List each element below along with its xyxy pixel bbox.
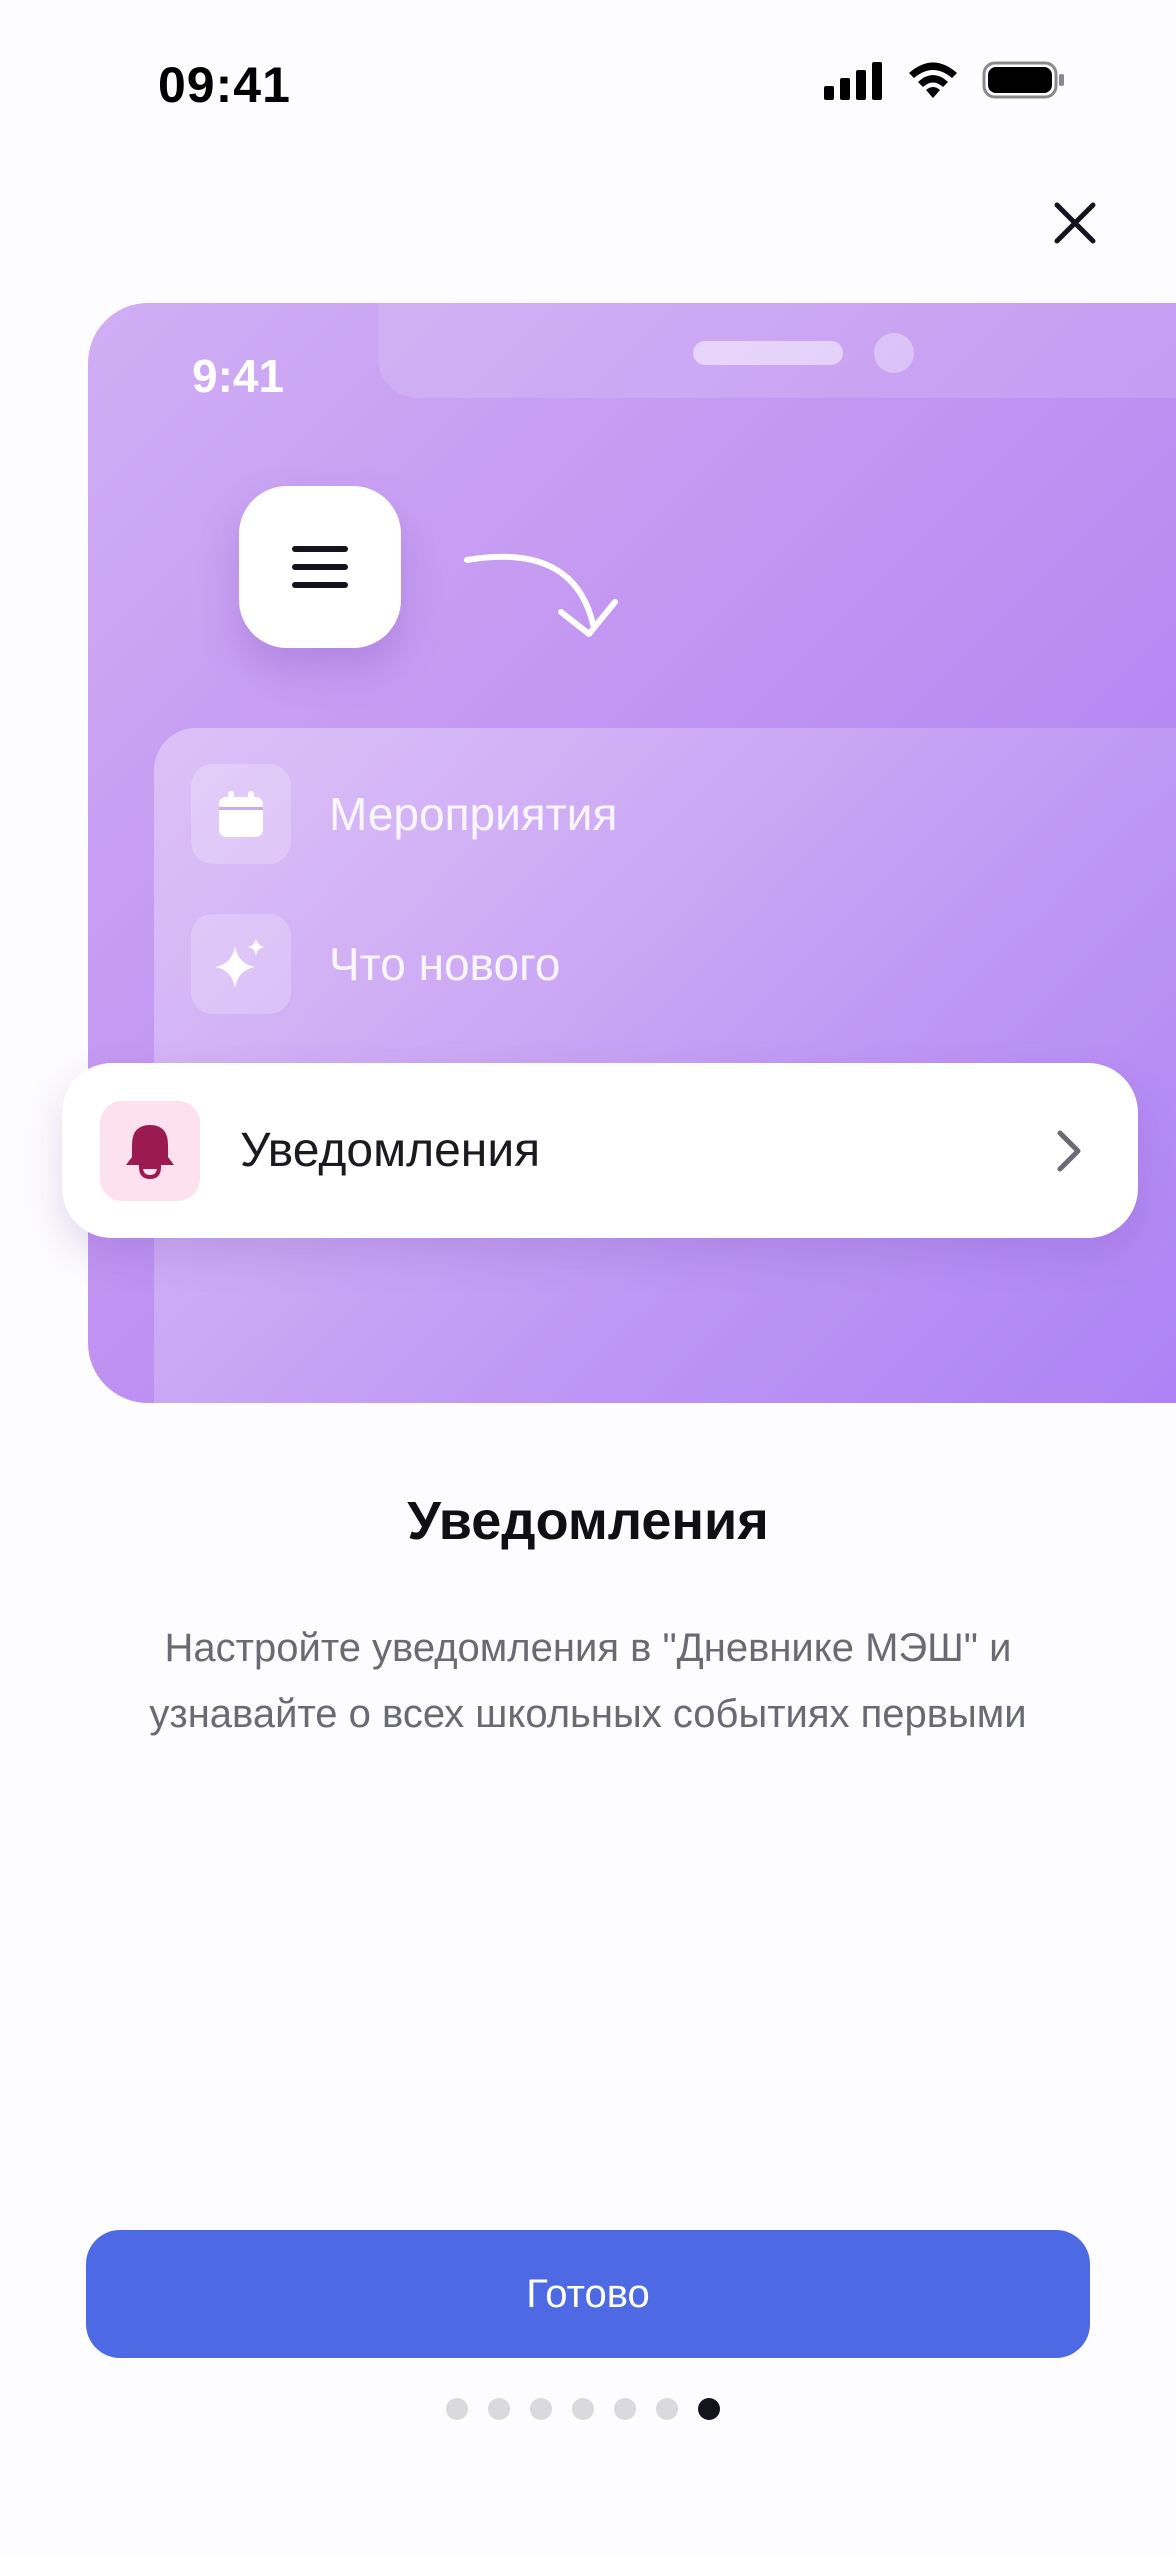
cellular-signal-icon — [824, 60, 884, 105]
calendar-icon — [191, 764, 291, 864]
bell-icon — [100, 1100, 200, 1201]
close-icon — [1054, 202, 1096, 244]
pagination-dot[interactable] — [656, 2398, 678, 2420]
close-button[interactable] — [1040, 188, 1110, 258]
pagination-dots — [0, 2398, 1171, 2420]
battery-icon — [982, 60, 1066, 105]
illustration-camera — [874, 333, 914, 373]
page-description: Настройте уведомления в "Дневнике МЭШ" и… — [149, 1626, 1027, 1736]
menu-item-events: Мероприятия — [191, 764, 617, 864]
illustration-speaker — [693, 341, 843, 365]
menu-item-label: Мероприятия — [329, 788, 618, 840]
pagination-dot[interactable] — [530, 2398, 552, 2420]
menu-item-whats-new: Что нового — [191, 914, 560, 1014]
menu-item-label: Что нового — [329, 938, 561, 990]
pagination-dot[interactable] — [614, 2398, 636, 2420]
sparkles-icon — [191, 914, 291, 1014]
pagination-dot[interactable] — [572, 2398, 594, 2420]
pagination-dot[interactable] — [446, 2398, 468, 2420]
hamburger-icon — [292, 546, 348, 588]
illustration: 9:41 Мероприятия Что нового — [88, 303, 1176, 1403]
page-title: Уведомления — [407, 1491, 769, 1551]
notifications-label: Уведомления — [240, 1124, 541, 1177]
status-bar: 09:41 — [0, 0, 1176, 170]
notifications-menu-item[interactable]: Уведомления — [62, 1063, 1138, 1238]
done-button[interactable]: Готово — [86, 2230, 1090, 2358]
status-time: 09:41 — [158, 57, 291, 113]
wifi-icon — [906, 60, 960, 105]
menu-button-illustration — [239, 486, 401, 648]
status-icons — [824, 60, 1066, 105]
pagination-dot[interactable] — [488, 2398, 510, 2420]
chevron-right-icon — [1057, 1130, 1081, 1171]
illustration-time: 9:41 — [192, 350, 285, 402]
curved-arrow-icon — [464, 553, 618, 637]
pagination-dot-active[interactable] — [698, 2398, 720, 2420]
